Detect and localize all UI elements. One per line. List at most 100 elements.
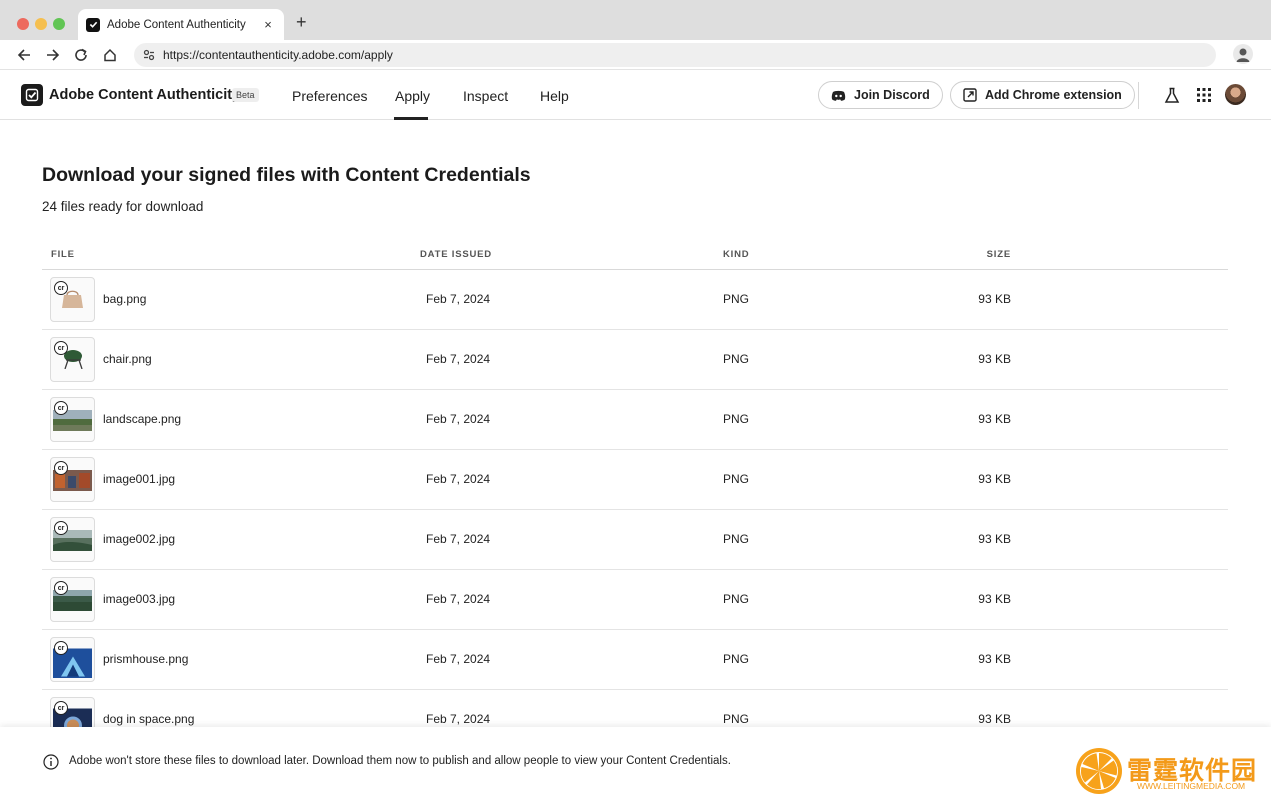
discord-icon: [831, 90, 846, 101]
date-issued: Feb 7, 2024: [426, 472, 491, 486]
content-credentials-icon: cr: [54, 521, 68, 535]
table-row[interactable]: cr dog in space.png Feb 7, 2024 PNG 93 KB: [42, 690, 1228, 727]
download-notice-text: Adobe won't store these files to downloa…: [69, 755, 731, 767]
app-header: Adobe Content Authenticity Beta Preferen…: [0, 71, 1271, 120]
join-discord-button[interactable]: Join Discord: [818, 81, 943, 109]
address-bar[interactable]: https://contentauthenticity.adobe.com/ap…: [134, 43, 1216, 67]
file-kind: PNG: [723, 352, 750, 366]
column-header-size[interactable]: SIZE: [987, 249, 1011, 260]
file-size: 93 KB: [978, 652, 1011, 666]
watermark-url: WWW.LEITINGMEDIA.COM: [1137, 781, 1246, 791]
file-kind: PNG: [723, 652, 750, 666]
adobe-favicon-icon: [86, 17, 100, 32]
home-icon[interactable]: [100, 45, 120, 65]
file-size: 93 KB: [978, 292, 1011, 306]
date-issued: Feb 7, 2024: [426, 712, 491, 726]
file-kind: PNG: [723, 472, 750, 486]
file-name: chair.png: [103, 352, 152, 366]
content-credentials-icon: cr: [54, 701, 68, 715]
content-credentials-icon: cr: [54, 581, 68, 595]
column-header-kind[interactable]: KIND: [723, 249, 749, 260]
beta-badge: Beta: [232, 88, 259, 102]
date-issued: Feb 7, 2024: [426, 652, 491, 666]
date-issued: Feb 7, 2024: [426, 532, 491, 546]
files-table: FILE DATE ISSUED KIND SIZE cr bag.png Feb …: [42, 240, 1228, 727]
tab-title: Adobe Content Authenticity: [107, 18, 246, 31]
date-issued: Feb 7, 2024: [426, 352, 491, 366]
file-kind: PNG: [723, 292, 750, 306]
join-discord-label: Join Discord: [854, 88, 930, 102]
file-name: bag.png: [103, 292, 147, 306]
content-credentials-icon: cr: [54, 281, 68, 295]
browser-tab-bar: Adobe Content Authenticity × +: [0, 0, 1271, 40]
flask-icon[interactable]: [1162, 85, 1182, 105]
file-kind: PNG: [723, 412, 750, 426]
files-ready-count: 24 files ready for download: [42, 199, 204, 214]
brand-name[interactable]: Adobe Content Authenticity: [49, 87, 240, 103]
header-divider: [1138, 82, 1139, 109]
nav-apply[interactable]: Apply: [395, 88, 430, 104]
table-row[interactable]: cr image001.jpg Feb 7, 2024 PNG 93 KB: [42, 450, 1228, 510]
file-thumbnail: cr: [50, 637, 95, 682]
site-settings-icon[interactable]: [140, 46, 158, 64]
file-size: 93 KB: [978, 352, 1011, 366]
browser-profile-icon[interactable]: [1233, 44, 1253, 64]
file-name: image003.jpg: [103, 592, 176, 606]
date-issued: Feb 7, 2024: [426, 592, 491, 606]
file-size: 93 KB: [978, 472, 1011, 486]
file-kind: PNG: [723, 712, 750, 726]
table-row[interactable]: cr bag.png Feb 7, 2024 PNG 93 KB: [42, 270, 1228, 330]
window-close-button[interactable]: [17, 18, 29, 30]
file-thumbnail: cr: [50, 457, 95, 502]
reload-icon[interactable]: [71, 45, 91, 65]
table-row[interactable]: cr image002.jpg Feb 7, 2024 PNG 93 KB: [42, 510, 1228, 570]
browser-toolbar: https://contentauthenticity.adobe.com/ap…: [0, 40, 1271, 70]
file-thumbnail: cr: [50, 517, 95, 562]
page-title: Download your signed files with Content …: [42, 164, 531, 186]
file-thumbnail: cr: [50, 337, 95, 382]
new-tab-button[interactable]: +: [296, 12, 307, 33]
content-credentials-icon: cr: [54, 641, 68, 655]
file-name: prismhouse.png: [103, 652, 189, 666]
add-chrome-extension-button[interactable]: Add Chrome extension: [950, 81, 1135, 109]
window-maximize-button[interactable]: [53, 18, 65, 30]
add-chrome-extension-label: Add Chrome extension: [985, 88, 1122, 102]
browser-tab[interactable]: Adobe Content Authenticity ×: [78, 9, 284, 40]
back-arrow-icon[interactable]: [14, 45, 34, 65]
tab-close-icon[interactable]: ×: [260, 17, 276, 32]
file-size: 93 KB: [978, 592, 1011, 606]
file-thumbnail: cr: [50, 697, 95, 727]
date-issued: Feb 7, 2024: [426, 292, 491, 306]
table-header: FILE DATE ISSUED KIND SIZE: [42, 240, 1228, 270]
file-size: 93 KB: [978, 712, 1011, 726]
table-row[interactable]: cr landscape.png Feb 7, 2024 PNG 93 KB: [42, 390, 1228, 450]
content-authenticity-logo-icon[interactable]: [21, 84, 43, 106]
nav-inspect[interactable]: Inspect: [463, 88, 508, 104]
app-grid-icon[interactable]: [1194, 85, 1214, 105]
file-size: 93 KB: [978, 412, 1011, 426]
file-name: image001.jpg: [103, 472, 176, 486]
content-credentials-icon: cr: [54, 401, 68, 415]
column-header-date[interactable]: DATE ISSUED: [420, 249, 492, 260]
nav-help[interactable]: Help: [540, 88, 569, 104]
content-credentials-icon: cr: [54, 461, 68, 475]
forward-arrow-icon[interactable]: [43, 45, 63, 65]
column-header-file[interactable]: FILE: [51, 249, 75, 260]
table-row[interactable]: cr prismhouse.png Feb 7, 2024 PNG 93 KB: [42, 630, 1228, 690]
user-avatar[interactable]: [1225, 84, 1246, 105]
info-icon: [43, 754, 59, 770]
file-name: image002.jpg: [103, 532, 176, 546]
table-row[interactable]: cr image003.jpg Feb 7, 2024 PNG 93 KB: [42, 570, 1228, 630]
file-thumbnail: cr: [50, 277, 95, 322]
window-minimize-button[interactable]: [35, 18, 47, 30]
file-thumbnail: cr: [50, 577, 95, 622]
file-thumbnail: cr: [50, 397, 95, 442]
external-extension-icon: [963, 88, 977, 102]
file-name: dog in space.png: [103, 712, 195, 726]
table-row[interactable]: cr chair.png Feb 7, 2024 PNG 93 KB: [42, 330, 1228, 390]
file-kind: PNG: [723, 532, 750, 546]
nav-preferences[interactable]: Preferences: [292, 88, 367, 104]
file-kind: PNG: [723, 592, 750, 606]
content-credentials-icon: cr: [54, 341, 68, 355]
file-name: landscape.png: [103, 412, 182, 426]
